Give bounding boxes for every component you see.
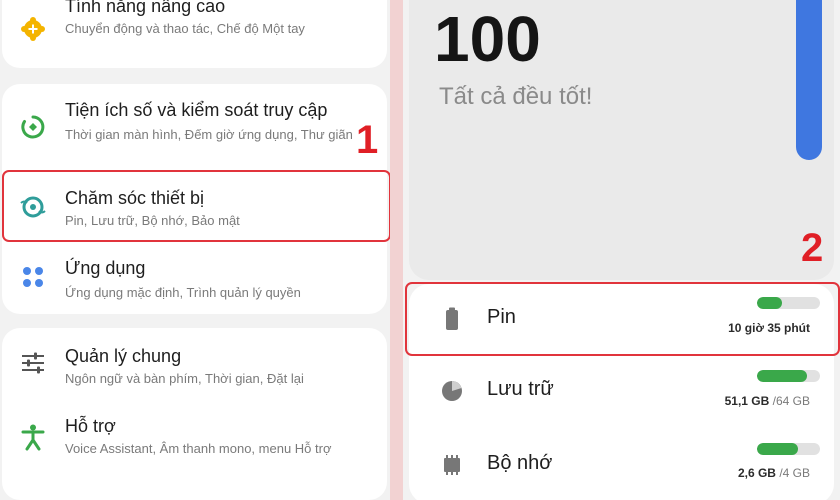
settings-item-title: Hỗ trợ xyxy=(65,416,116,436)
settings-item-accessibility[interactable]: Hỗ trợ Voice Assistant, Âm thanh mono, m… xyxy=(2,408,387,488)
settings-item-title: Quản lý chung xyxy=(65,346,182,366)
settings-item-title: Tiện ích số và kiểm soát truy cập xyxy=(65,100,328,120)
settings-item-apps[interactable]: Ứng dụng Ứng dụng mặc định, Trình quản l… xyxy=(2,244,387,312)
settings-item-subtitle: Chuyển động và thao tác, Chế độ Một tay xyxy=(65,21,305,36)
memory-used: 2,6 GB xyxy=(737,466,776,480)
status-item-label: Lưu trữ xyxy=(487,378,554,400)
status-card: Pin 10 giờ 35 phút Lưu trữ 51,1 GB /64 G… xyxy=(409,284,834,500)
settings-item-title: Tính năng nâng cao xyxy=(65,0,226,16)
gear-plus-icon xyxy=(18,14,48,44)
device-status: Tất cả đều tốt! xyxy=(439,83,593,110)
battery-remaining: 10 giờ 35 phút xyxy=(728,321,810,335)
settings-item-digital-wellbeing[interactable]: Tiện ích số và kiểm soát truy cập Thời g… xyxy=(2,84,387,164)
step-marker-2: 2 xyxy=(801,226,824,270)
device-care-icon xyxy=(18,192,48,222)
storage-level-fill xyxy=(757,370,808,382)
settings-item-subtitle: Thời gian màn hình, Đếm giờ ứng dụng, Th… xyxy=(65,127,353,142)
digital-wellbeing-icon xyxy=(18,112,48,142)
step-marker-1: 1 xyxy=(356,118,379,162)
storage-level-bar xyxy=(757,370,820,382)
settings-item-general-management[interactable]: Quản lý chung Ngôn ngữ và bàn phím, Thời… xyxy=(2,328,387,408)
sliders-icon xyxy=(18,348,48,378)
battery-icon xyxy=(439,306,465,332)
apps-grid-icon xyxy=(18,262,48,292)
settings-item-subtitle: Voice Assistant, Âm thanh mono, menu Hỗ … xyxy=(65,441,332,456)
battery-time: 10 giờ 35 phút xyxy=(728,321,810,335)
memory-level-fill xyxy=(757,443,798,455)
storage-pie-icon xyxy=(439,378,465,404)
status-item-label: Pin xyxy=(487,306,516,328)
memory-usage: 2,6 GB /4 GB xyxy=(738,466,810,480)
settings-item-advanced-features[interactable]: Tính năng nâng cao Chuyển động và thao t… xyxy=(2,0,387,68)
memory-level-bar xyxy=(757,443,820,455)
memory-total: /4 GB xyxy=(779,466,810,480)
settings-card-top: Tính năng nâng cao Chuyển động và thao t… xyxy=(2,0,387,68)
device-care-panel: 100 Tất cả đều tốt! 2 Pin 10 giờ 35 phút… xyxy=(403,0,840,500)
status-item-storage[interactable]: Lưu trữ 51,1 GB /64 GB xyxy=(409,360,834,432)
settings-panel: Tính năng nâng cao Chuyển động và thao t… xyxy=(0,0,390,500)
settings-item-title: Chăm sóc thiết bị xyxy=(65,188,205,208)
settings-card-bottom: Quản lý chung Ngôn ngữ và bàn phím, Thời… xyxy=(2,328,387,500)
score-progress-bar xyxy=(796,0,822,160)
accessibility-icon xyxy=(18,422,48,452)
battery-level-fill xyxy=(757,297,783,309)
settings-card-middle: Tiện ích số và kiểm soát truy cập Thời g… xyxy=(2,84,387,314)
settings-item-subtitle: Ngôn ngữ và bàn phím, Thời gian, Đặt lại xyxy=(65,371,304,386)
score-card: 100 Tất cả đều tốt! xyxy=(409,0,834,280)
status-item-battery[interactable]: Pin 10 giờ 35 phút xyxy=(409,284,834,356)
device-score: 100 xyxy=(434,3,541,75)
settings-item-device-care[interactable]: Chăm sóc thiết bị Pin, Lưu trữ, Bộ nhớ, … xyxy=(2,172,387,240)
storage-usage: 51,1 GB /64 GB xyxy=(725,394,810,408)
storage-total: /64 GB xyxy=(772,394,810,408)
settings-item-subtitle: Pin, Lưu trữ, Bộ nhớ, Bảo mật xyxy=(65,213,240,228)
status-item-label: Bộ nhớ xyxy=(487,452,553,474)
battery-level-bar xyxy=(757,297,820,309)
settings-item-title: Ứng dụng xyxy=(65,258,146,278)
status-item-memory[interactable]: Bộ nhớ 2,6 GB /4 GB xyxy=(409,432,834,500)
memory-chip-icon xyxy=(439,452,465,478)
storage-used: 51,1 GB xyxy=(724,394,770,408)
settings-item-subtitle: Ứng dụng mặc định, Trình quản lý quyền xyxy=(65,285,301,300)
